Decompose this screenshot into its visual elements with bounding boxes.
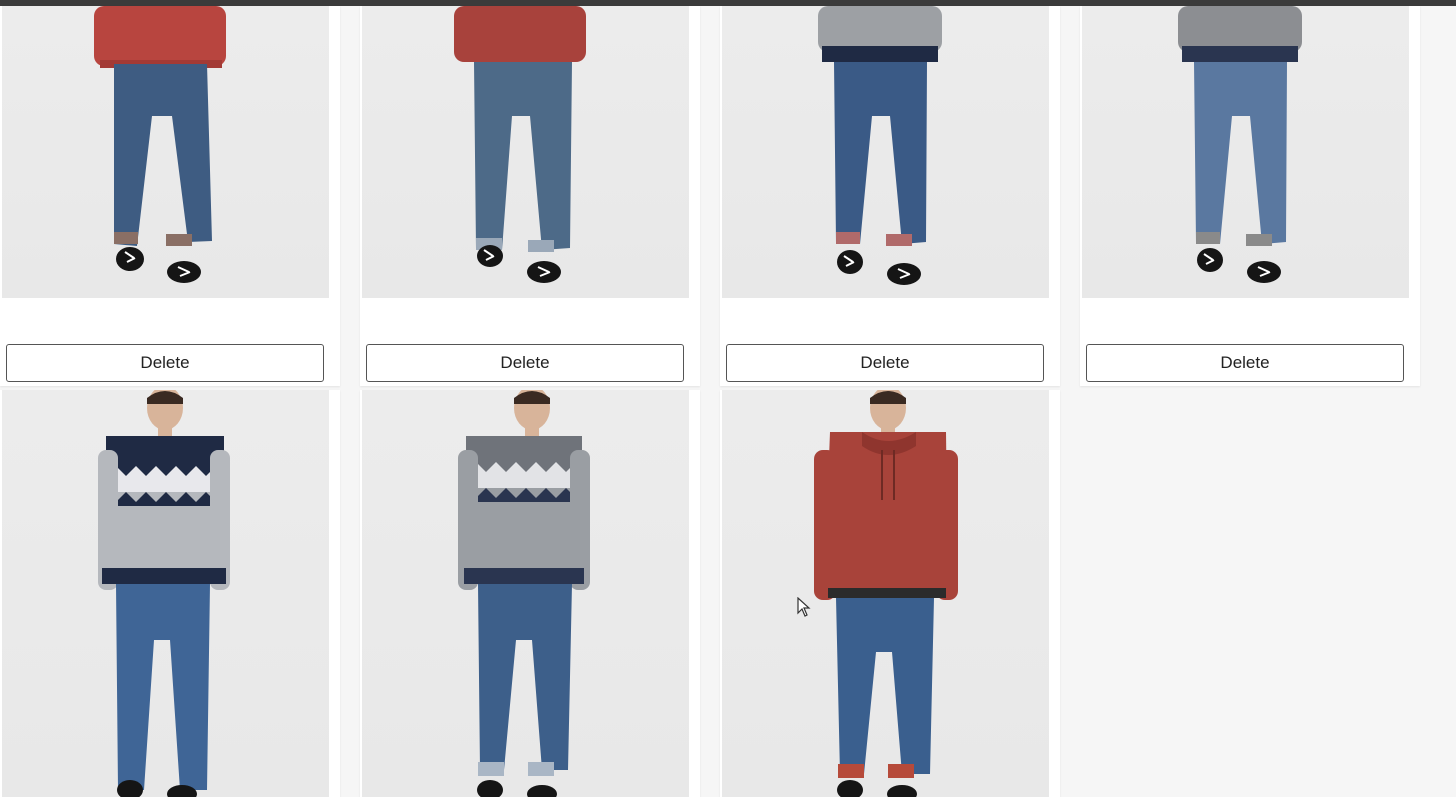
delete-button[interactable]: Delete [6,344,324,382]
product-card [0,390,340,797]
product-card: Delete [1080,6,1420,386]
product-image[interactable] [2,390,329,797]
product-card: Delete [0,6,340,386]
product-card: Delete [720,6,1060,386]
product-card [720,390,1060,797]
product-image[interactable] [722,390,1049,797]
product-image[interactable] [362,6,689,298]
product-image[interactable] [2,6,329,298]
product-card: Delete [360,6,700,386]
product-image[interactable] [1082,6,1409,298]
delete-button[interactable]: Delete [726,344,1044,382]
product-card [360,390,700,797]
delete-button[interactable]: Delete [1086,344,1404,382]
product-grid: Delete Delete Delete Delete [0,6,1456,797]
mouse-cursor-icon [797,597,811,617]
delete-button[interactable]: Delete [366,344,684,382]
product-image[interactable] [362,390,689,797]
product-image[interactable] [722,6,1049,298]
